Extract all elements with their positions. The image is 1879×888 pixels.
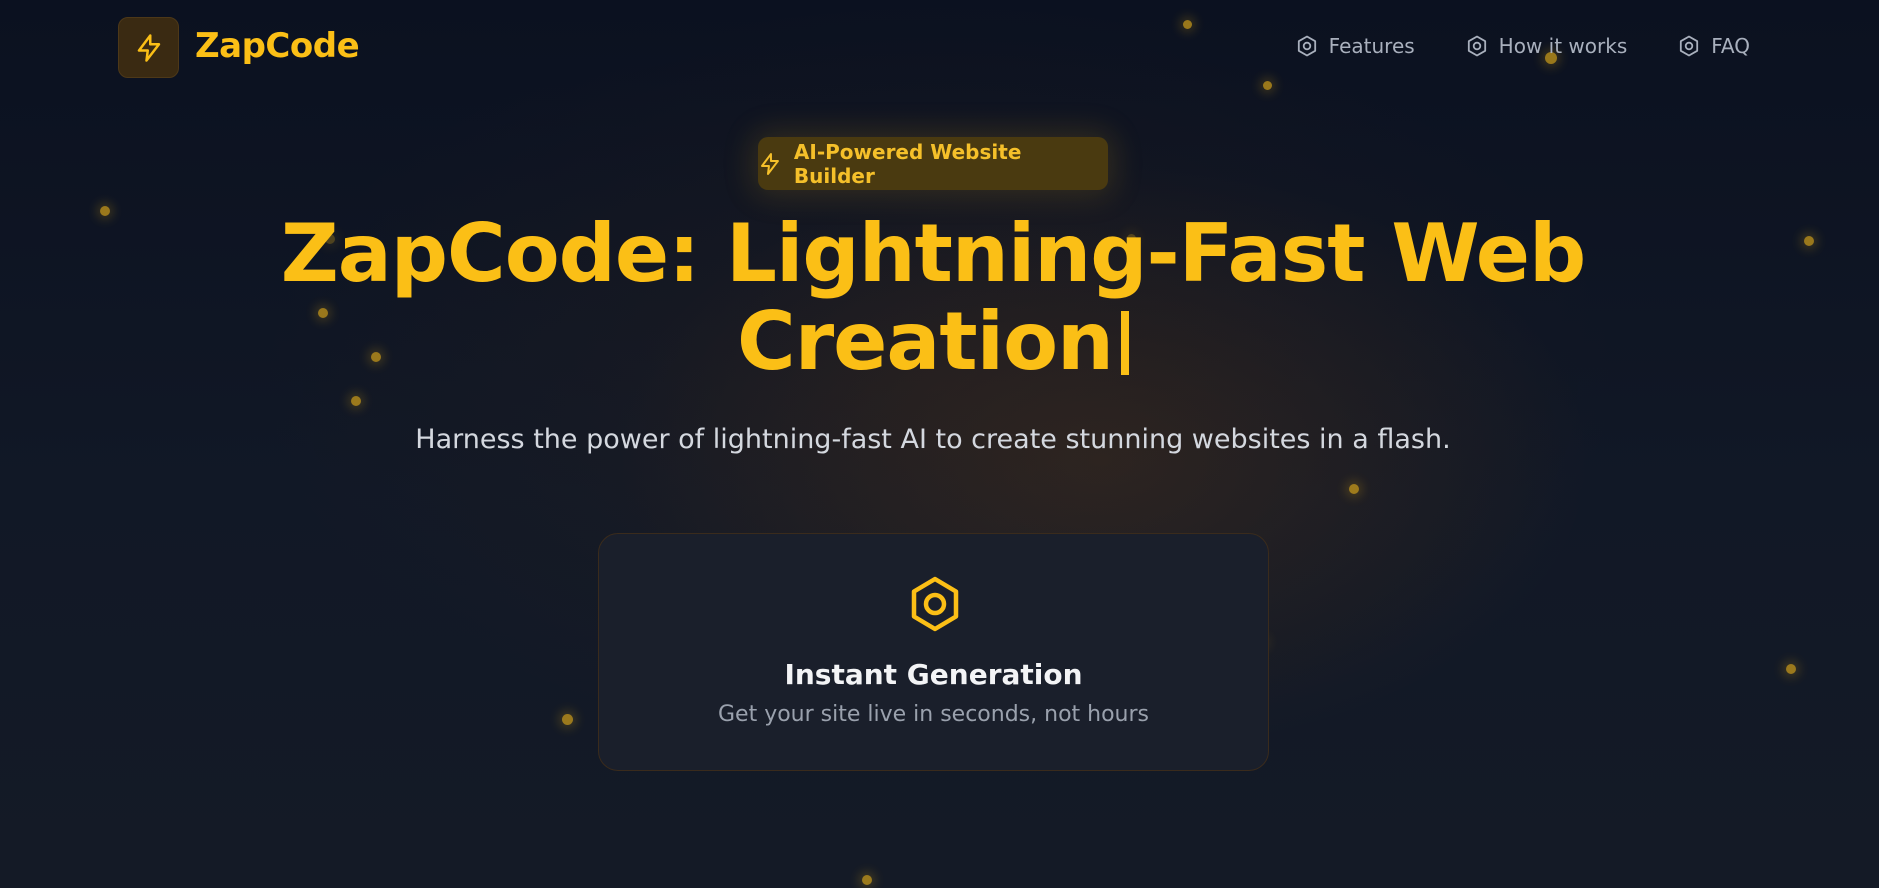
hexagon-nut-icon <box>911 576 959 632</box>
brand-name[interactable]: ZapCode <box>195 26 360 66</box>
logo-button[interactable] <box>118 17 179 78</box>
hero-subtitle: Harness the power of lightning-fast AI t… <box>415 424 1451 455</box>
nav-faq[interactable]: FAQ <box>1677 34 1750 58</box>
nav-faq-label: FAQ <box>1711 34 1750 58</box>
particle <box>1786 664 1796 674</box>
nav-how-it-works[interactable]: How it works <box>1465 34 1628 58</box>
nav-features[interactable]: Features <box>1295 34 1415 58</box>
landing-page: ZapCode Features How it works FAQ AI-Pow… <box>0 0 1879 888</box>
lightning-bolt-icon <box>760 152 779 175</box>
feature-card: Instant Generation Get your site live in… <box>598 533 1269 771</box>
hexagon-nut-icon <box>1467 35 1486 57</box>
particle <box>1183 20 1192 29</box>
nav-features-label: Features <box>1328 34 1415 58</box>
particle <box>562 714 573 725</box>
particle <box>1804 236 1814 246</box>
typing-cursor <box>1120 311 1129 375</box>
hero-title: ZapCode: Lightning-Fast Web Creation <box>240 210 1626 386</box>
particle <box>1263 81 1272 90</box>
particle <box>351 396 361 406</box>
hexagon-nut-icon <box>1297 35 1316 57</box>
hero-title-line-2: Creation <box>737 295 1114 388</box>
hexagon-nut-icon <box>1680 35 1699 57</box>
particle <box>100 206 110 216</box>
ai-badge: AI-Powered Website Builder <box>758 137 1108 190</box>
lightning-bolt-icon <box>137 33 160 62</box>
feature-card-title: Instant Generation <box>784 658 1083 691</box>
feature-card-description: Get your site live in seconds, not hours <box>718 702 1149 727</box>
ai-badge-label: AI-Powered Website Builder <box>793 139 1022 188</box>
main-nav: Features How it works FAQ <box>1295 34 1750 58</box>
particle <box>1349 484 1359 494</box>
particle <box>862 875 872 885</box>
hero-title-line-1: ZapCode: Lightning-Fast Web <box>280 207 1587 300</box>
nav-how-it-works-label: How it works <box>1498 34 1628 58</box>
